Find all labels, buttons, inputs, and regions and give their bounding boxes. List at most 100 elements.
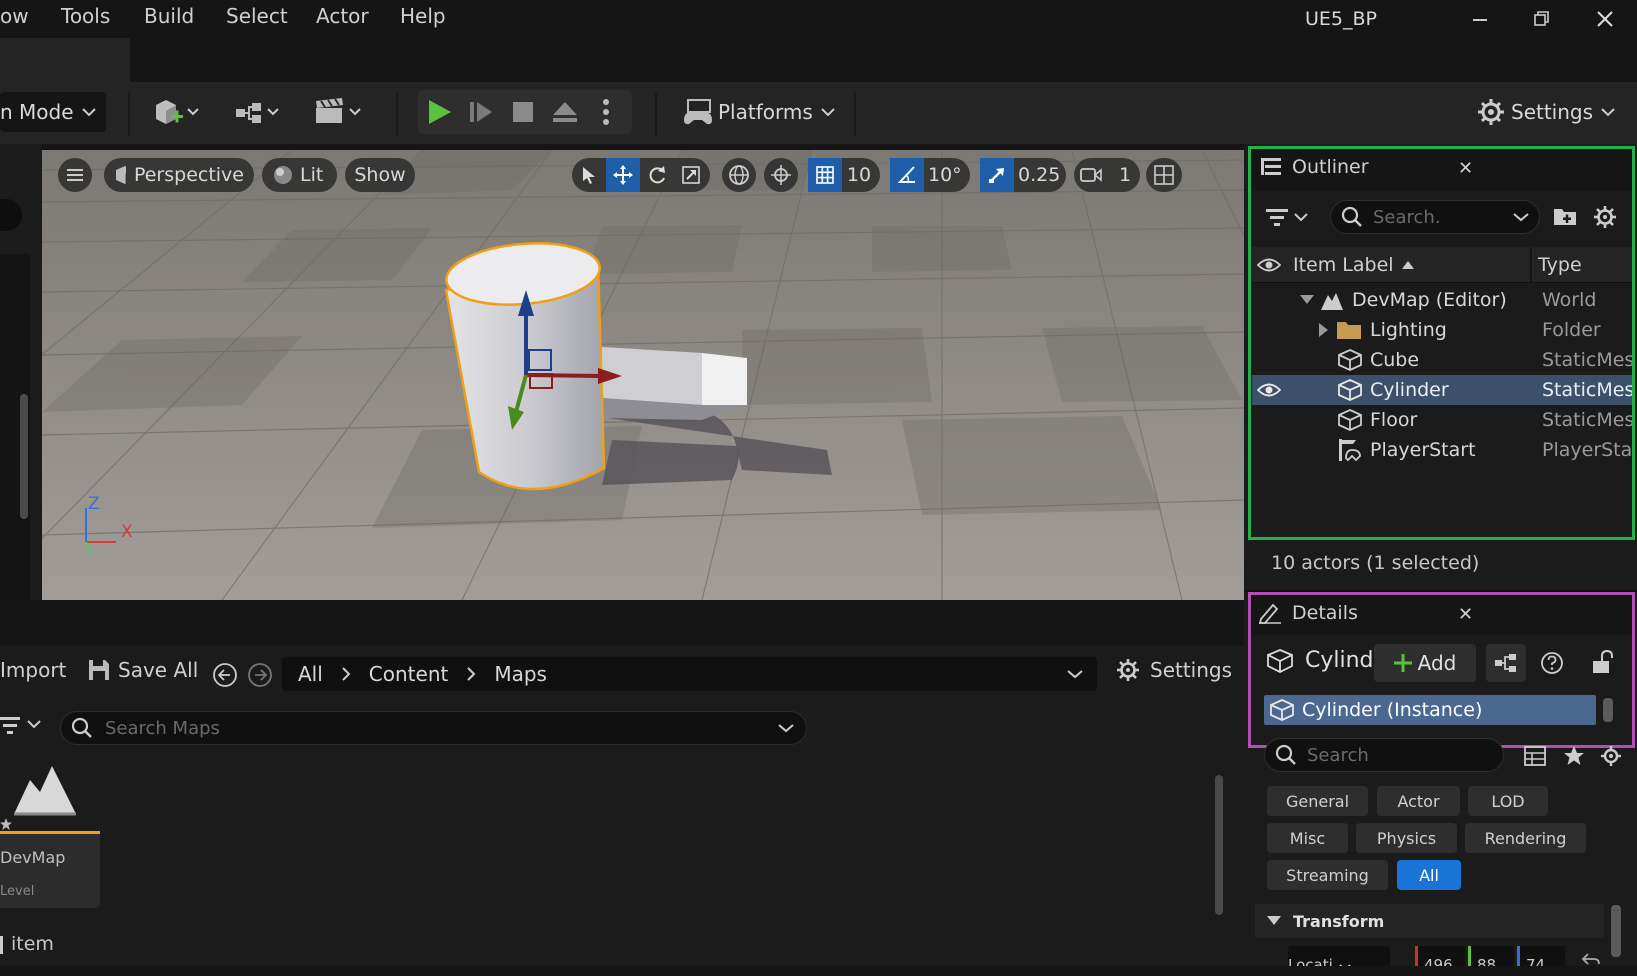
content-search[interactable]: [60, 711, 807, 745]
modified-star-icon: [0, 818, 12, 830]
eject-icon[interactable]: [544, 100, 586, 124]
history-forward-icon[interactable]: [247, 662, 273, 688]
perspective-label: Perspective: [133, 164, 244, 186]
axis-indicator: [85, 508, 116, 555]
menu-actor[interactable]: Actor: [316, 4, 369, 28]
details-scrollbar[interactable]: [1611, 905, 1621, 957]
level-tab[interactable]: [0, 38, 130, 84]
favorites-star-icon[interactable]: [1563, 745, 1585, 767]
asset-tile-devmap[interactable]: DevMap Level: [0, 758, 100, 908]
breadcrumb-chevron-icon: [342, 667, 351, 681]
rotation-snap-icon[interactable]: [890, 158, 924, 192]
show-button[interactable]: Show: [345, 158, 415, 192]
surface-snap-icon[interactable]: [764, 158, 798, 192]
translate-mode-icon[interactable]: [606, 158, 640, 192]
add-actor-icon: [156, 100, 199, 124]
advance-frame-icon[interactable]: [460, 99, 502, 125]
history-back-icon[interactable]: [212, 662, 238, 688]
search-icon: [71, 717, 92, 738]
rotation-snap-value[interactable]: 10°: [924, 158, 966, 192]
axis-z-label: Z: [88, 494, 100, 514]
content-search-input[interactable]: [105, 717, 778, 739]
menu-bar: ow Tools Build Select Actor Help UE5_BP: [0, 0, 1637, 36]
lit-button[interactable]: Lit: [262, 158, 337, 192]
content-path-bar[interactable]: All Content Maps: [282, 657, 1097, 691]
details-search[interactable]: [1264, 738, 1504, 772]
content-scrollbar[interactable]: [1215, 775, 1223, 915]
save-all-button[interactable]: Save All: [88, 658, 198, 682]
platforms-button[interactable]: Platforms: [682, 92, 835, 132]
category-physics[interactable]: Physics: [1356, 823, 1457, 853]
scale-snap-value[interactable]: 0.25: [1014, 158, 1064, 192]
viewport-menu-button[interactable]: [58, 158, 92, 192]
cinematics-button[interactable]: [313, 92, 369, 132]
category-rendering[interactable]: Rendering: [1465, 823, 1586, 853]
rotation-snap-control[interactable]: 10°: [890, 158, 970, 192]
camera-speed-control[interactable]: 1: [1074, 158, 1140, 192]
property-matrix-icon[interactable]: [1524, 746, 1546, 766]
details-search-input[interactable]: [1307, 744, 1503, 766]
content-settings-button[interactable]: Settings: [1116, 658, 1232, 682]
transform-tools: [572, 158, 710, 192]
world-space-icon[interactable]: [722, 158, 756, 192]
transform-section-label: Transform: [1293, 911, 1385, 931]
platforms-label: Platforms: [718, 100, 813, 124]
content-filter-icon[interactable]: [0, 713, 44, 735]
project-title: UE5_BP: [1305, 8, 1377, 30]
grid-snap-control[interactable]: 10: [808, 158, 880, 192]
scale-snap-control[interactable]: 0.25: [980, 158, 1066, 192]
category-misc[interactable]: Misc: [1267, 823, 1348, 853]
menu-tools[interactable]: Tools: [61, 4, 110, 28]
camera-icon[interactable]: [1074, 158, 1108, 192]
transform-section-header[interactable]: Transform: [1255, 904, 1604, 938]
menu-select[interactable]: Select: [226, 4, 288, 28]
minimize-icon[interactable]: [1465, 6, 1495, 32]
scale-mode-icon[interactable]: [674, 158, 708, 192]
outliner-status: 10 actors (1 selected): [1271, 552, 1480, 574]
rotate-mode-icon[interactable]: [640, 158, 674, 192]
path-segment-all[interactable]: All: [298, 662, 323, 686]
left-scrollbar[interactable]: [20, 394, 28, 519]
tab-strip: [0, 36, 1637, 82]
select-mode-icon[interactable]: [572, 158, 606, 192]
bottom-edge: [0, 966, 1637, 976]
save-all-label: Save All: [118, 658, 199, 682]
menu-help[interactable]: Help: [400, 4, 446, 28]
menu-build[interactable]: Build: [144, 4, 194, 28]
category-all[interactable]: All: [1397, 860, 1461, 890]
import-button[interactable]: Import: [0, 658, 66, 682]
close-window-icon[interactable]: [1590, 6, 1620, 32]
details-settings-icon[interactable]: [1600, 745, 1622, 767]
add-actor-button[interactable]: [152, 92, 204, 132]
reset-icon[interactable]: [1582, 952, 1600, 966]
outliner-highlight: [1248, 146, 1635, 540]
toolbar-settings-button[interactable]: Settings: [1477, 92, 1615, 132]
stop-icon[interactable]: [502, 100, 544, 124]
chevron-down-icon: [1601, 108, 1615, 117]
path-segment-maps[interactable]: Maps: [494, 662, 547, 686]
play-options-icon[interactable]: [586, 98, 626, 126]
chevron-down-icon: [1067, 670, 1083, 679]
camera-speed-value[interactable]: 1: [1108, 158, 1142, 192]
asset-type: Level: [0, 884, 35, 899]
save-icon: [89, 660, 109, 680]
path-segment-content[interactable]: Content: [369, 662, 449, 686]
level-viewport[interactable]: Z X Perspective Lit Show 10 10° 0.25 1: [42, 150, 1244, 600]
viewport-layout-icon[interactable]: [1146, 158, 1182, 192]
grid-snap-icon[interactable]: [808, 158, 842, 192]
category-actor[interactable]: Actor: [1377, 786, 1460, 816]
mode-selector[interactable]: n Mode: [0, 92, 106, 132]
category-streaming[interactable]: Streaming: [1267, 860, 1388, 890]
play-icon[interactable]: [418, 98, 460, 126]
category-general[interactable]: General: [1267, 786, 1368, 816]
scale-snap-icon[interactable]: [980, 158, 1014, 192]
category-lod[interactable]: LOD: [1468, 786, 1548, 816]
blueprint-button[interactable]: [234, 92, 286, 132]
show-label: Show: [354, 164, 406, 186]
perspective-button[interactable]: Perspective: [104, 158, 254, 192]
restore-icon[interactable]: [1527, 6, 1557, 32]
menu-window[interactable]: ow: [0, 4, 29, 28]
content-status-bar: [0, 930, 1244, 966]
axis-x-label: X: [121, 522, 133, 542]
grid-snap-value[interactable]: 10: [842, 158, 876, 192]
